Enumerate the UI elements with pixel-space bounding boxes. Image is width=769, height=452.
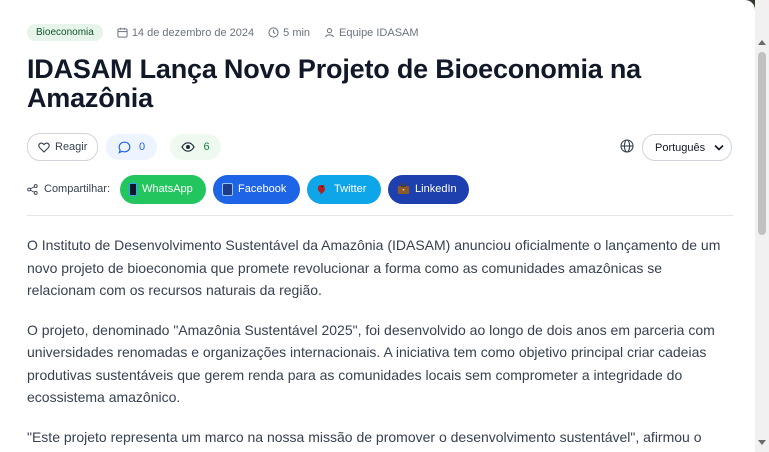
share-label: Compartilhar:	[44, 183, 111, 195]
phone-icon	[129, 182, 138, 196]
article-paragraph: O projeto, denominado "Amazônia Sustentá…	[27, 321, 715, 406]
calendar-icon	[117, 27, 128, 38]
react-button[interactable]: Reagir	[27, 133, 99, 161]
share-facebook-button[interactable]: Facebook	[213, 174, 301, 204]
share-bar: Compartilhar: WhatsApp Facebook Twitter …	[27, 174, 476, 204]
share-facebook-label: Facebook	[238, 183, 287, 195]
heart-icon	[38, 142, 50, 153]
share-whatsapp-button[interactable]: WhatsApp	[120, 174, 207, 204]
eye-icon	[181, 142, 196, 152]
comments-count: 0	[138, 141, 146, 153]
share-linkedin-button[interactable]: LinkedIn	[388, 174, 470, 204]
bird-icon	[317, 184, 325, 195]
comments-button[interactable]: 0	[106, 134, 157, 160]
article-title: IDASAM Lança Novo Projeto de Bioeconomia…	[27, 54, 641, 113]
clock-icon	[268, 27, 279, 38]
date-text: 14 de dezembro de 2024	[131, 26, 255, 39]
chevron-down-icon	[714, 144, 724, 151]
globe-icon	[620, 139, 634, 153]
article-read-time: 5 min	[268, 27, 310, 39]
language-value: Português	[655, 141, 706, 154]
scroll-down-arrow-icon[interactable]	[758, 440, 766, 445]
share-linkedin-label: LinkedIn	[415, 183, 457, 195]
briefcase-icon	[397, 183, 410, 194]
article-body: O Instituto de Desenvolvimento Sustentáv…	[27, 234, 733, 452]
views-count: 6	[203, 141, 210, 153]
author-text: Equipe IDASAM	[339, 26, 419, 39]
scroll-up-arrow-icon[interactable]	[758, 40, 766, 45]
category-badge[interactable]: Bioeconomia	[27, 24, 103, 41]
vertical-scrollbar[interactable]	[755, 0, 769, 452]
user-icon	[325, 28, 334, 38]
share-twitter-button[interactable]: Twitter	[307, 174, 382, 204]
share-twitter-label: Twitter	[334, 183, 367, 195]
comment-icon	[118, 141, 131, 154]
scrollbar-thumb[interactable]	[758, 52, 766, 235]
article-date: 14 de dezembro de 2024	[117, 27, 254, 39]
article-paragraph: "Este projeto representa um marco na nos…	[27, 428, 702, 445]
tablet-icon	[222, 182, 234, 196]
section-divider	[27, 215, 733, 216]
article-author: Equipe IDASAM	[324, 26, 419, 39]
react-label: Reagir	[55, 141, 88, 153]
article-meta: Bioeconomia 14 de dezembro de 2024 5 min…	[27, 24, 433, 41]
language-select[interactable]: Português	[642, 134, 732, 161]
share-label-group: Compartilhar:	[27, 183, 110, 195]
share-icon	[27, 183, 38, 195]
read-time-text: 5 min	[283, 26, 311, 39]
views-counter: 6	[170, 134, 221, 160]
share-whatsapp-label: WhatsApp	[142, 183, 193, 195]
article-card: Bioeconomia 14 de dezembro de 2024 5 min…	[0, 0, 755, 452]
article-paragraph: O Instituto de Desenvolvimento Sustentáv…	[27, 237, 721, 298]
article-actions: Reagir 0 6 Português	[27, 133, 733, 161]
